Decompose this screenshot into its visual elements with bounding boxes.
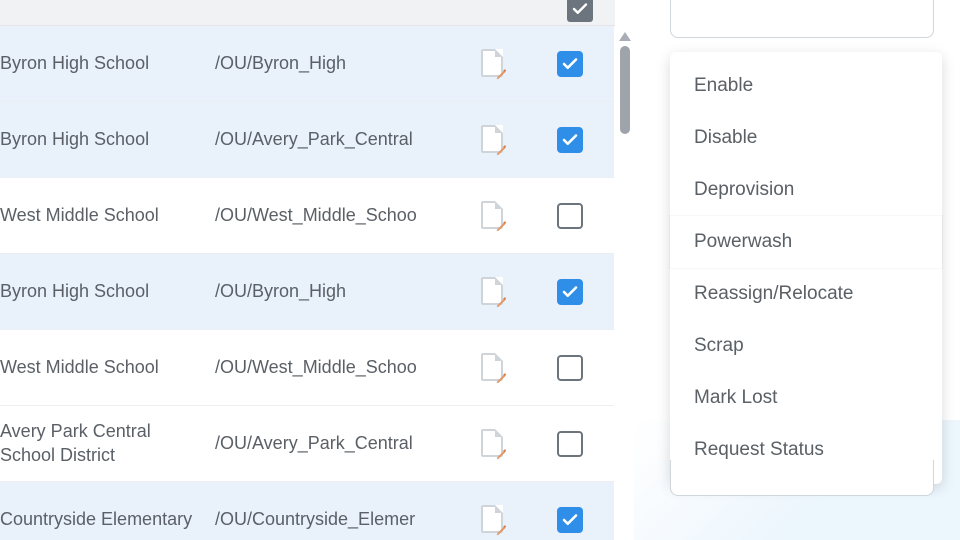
row-school-name: Byron High School xyxy=(0,280,215,303)
row-school-name: West Middle School xyxy=(0,204,215,227)
action-deprovision[interactable]: Deprovision xyxy=(670,164,942,216)
row-ou-path: /OU/Countryside_Elemer xyxy=(215,508,445,531)
action-label: Deprovision xyxy=(694,179,794,200)
row-ou-path: /OU/West_Middle_Schoo xyxy=(215,204,445,227)
action-enable[interactable]: Enable xyxy=(670,60,942,112)
row-edit-cell xyxy=(445,201,540,231)
action-mark-lost[interactable]: Mark Lost xyxy=(670,372,942,424)
row-ou-path: /OU/Avery_Park_Central xyxy=(215,128,445,151)
row-edit-cell xyxy=(445,353,540,383)
pencil-icon xyxy=(495,67,509,81)
search-field[interactable] xyxy=(670,0,934,38)
row-school-name: West Middle School xyxy=(0,356,215,379)
checkmark-icon xyxy=(561,511,579,529)
row-checkbox[interactable] xyxy=(557,431,583,457)
action-label: Request Status xyxy=(694,439,824,460)
edit-document-icon[interactable] xyxy=(481,505,505,535)
action-label: Mark Lost xyxy=(694,387,777,408)
row-edit-cell xyxy=(445,505,540,535)
pencil-icon xyxy=(495,295,509,309)
row-checkbox[interactable] xyxy=(557,355,583,381)
table-row[interactable]: Avery Park Central School District/OU/Av… xyxy=(0,406,614,482)
row-check-cell xyxy=(540,355,600,381)
table-row[interactable]: West Middle School/OU/West_Middle_Schoo xyxy=(0,178,614,254)
row-school-name: Avery Park Central School District xyxy=(0,420,215,467)
checkmark-icon xyxy=(571,0,589,18)
row-edit-cell xyxy=(445,49,540,79)
pencil-icon xyxy=(495,219,509,233)
row-ou-path: /OU/West_Middle_Schoo xyxy=(215,356,445,379)
action-scrap[interactable]: Scrap xyxy=(670,320,942,372)
checkmark-icon xyxy=(561,55,579,73)
device-table: Byron High School/OU/Byron_High Byron Hi… xyxy=(0,26,634,540)
action-label: Disable xyxy=(694,127,757,148)
checkmark-icon xyxy=(561,131,579,149)
pencil-icon xyxy=(495,143,509,157)
action-powerwash[interactable]: Powerwash xyxy=(670,216,942,268)
table-header xyxy=(0,0,615,26)
table-row[interactable]: West Middle School/OU/West_Middle_Schoo xyxy=(0,330,614,406)
row-edit-cell xyxy=(445,429,540,459)
row-check-cell xyxy=(540,507,600,533)
row-edit-cell xyxy=(445,277,540,307)
row-check-cell xyxy=(540,127,600,153)
row-check-cell xyxy=(540,279,600,305)
row-checkbox[interactable] xyxy=(557,279,583,305)
actions-menu: Enable Disable Deprovision Powerwash Reassig… xyxy=(670,52,942,484)
row-school-name: Byron High School xyxy=(0,128,215,151)
action-label: Enable xyxy=(694,75,753,96)
row-ou-path: /OU/Byron_High xyxy=(215,280,445,303)
row-checkbox[interactable] xyxy=(557,203,583,229)
row-ou-path: /OU/Byron_High xyxy=(215,52,445,75)
row-checkbox[interactable] xyxy=(557,127,583,153)
row-school-name: Byron High School xyxy=(0,52,215,75)
row-check-cell xyxy=(540,203,600,229)
table-row[interactable]: Byron High School/OU/Byron_High xyxy=(0,26,614,102)
edit-document-icon[interactable] xyxy=(481,277,505,307)
action-disable[interactable]: Disable xyxy=(670,112,942,164)
action-label: Powerwash xyxy=(694,231,792,252)
edit-document-icon[interactable] xyxy=(481,353,505,383)
row-check-cell xyxy=(540,51,600,77)
pencil-icon xyxy=(495,447,509,461)
row-checkbox[interactable] xyxy=(557,507,583,533)
row-edit-cell xyxy=(445,125,540,155)
action-label: Reassign/Relocate xyxy=(694,283,853,304)
select-all-checkbox[interactable] xyxy=(567,0,593,22)
action-label: Scrap xyxy=(694,335,744,356)
right-panel: Enable Disable Deprovision Powerwash Reassig… xyxy=(634,0,960,540)
table-row[interactable]: Byron High School/OU/Avery_Park_Central xyxy=(0,102,614,178)
table-row[interactable]: Countryside Elementary/OU/Countryside_El… xyxy=(0,482,614,540)
row-checkbox[interactable] xyxy=(557,51,583,77)
row-ou-path: /OU/Avery_Park_Central xyxy=(215,432,445,455)
pencil-icon xyxy=(495,371,509,385)
checkmark-icon xyxy=(561,283,579,301)
edit-document-icon[interactable] xyxy=(481,429,505,459)
edit-document-icon[interactable] xyxy=(481,201,505,231)
table-row[interactable]: Byron High School/OU/Byron_High xyxy=(0,254,614,330)
pencil-icon xyxy=(495,523,509,537)
action-reassign-relocate[interactable]: Reassign/Relocate xyxy=(670,268,942,320)
row-school-name: Countryside Elementary xyxy=(0,508,215,531)
edit-document-icon[interactable] xyxy=(481,49,505,79)
panel-card-bottom xyxy=(670,460,934,496)
row-check-cell xyxy=(540,431,600,457)
edit-document-icon[interactable] xyxy=(481,125,505,155)
